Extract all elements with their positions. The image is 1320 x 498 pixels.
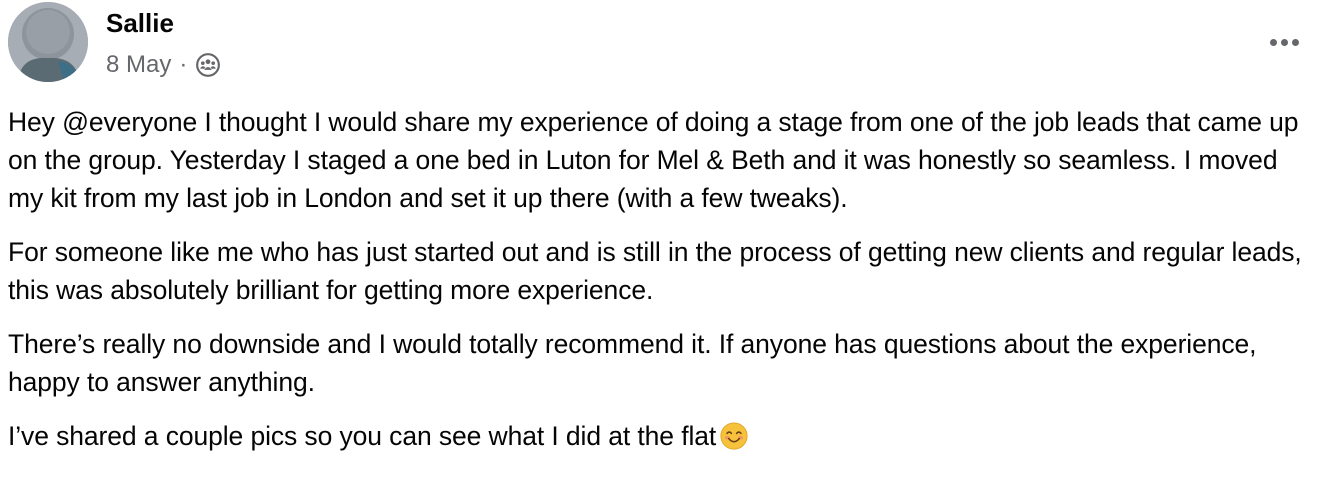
author-avatar[interactable] [8, 2, 88, 82]
post-paragraph-last: I’ve shared a couple pics so you can see… [8, 417, 1314, 455]
group-audience-icon[interactable] [195, 52, 221, 78]
feed-post: Sallie 8 May · Hey @everyone I thought I… [0, 0, 1320, 498]
more-options-icon [1291, 38, 1299, 46]
post-date[interactable]: 8 May [106, 51, 171, 79]
post-paragraph: There’s really no downside and I would t… [8, 329, 1257, 397]
post-paragraph-text: I’ve shared a couple pics so you can see… [8, 421, 717, 451]
more-options-button[interactable] [1262, 24, 1306, 60]
more-options-icon [1280, 38, 1288, 46]
post-paragraph: For someone like me who has just started… [8, 237, 1302, 305]
smiling-face-with-smiling-eyes-emoji [720, 422, 748, 450]
post-body: Hey @everyone I thought I would share my… [8, 103, 1314, 471]
avatar-image [8, 2, 88, 82]
post-meta: 8 May · [106, 48, 221, 82]
more-options-icon [1269, 38, 1277, 46]
post-paragraph: Hey @everyone I thought I would share my… [8, 107, 1299, 213]
meta-separator: · [179, 51, 188, 78]
author-name[interactable]: Sallie [106, 6, 174, 40]
